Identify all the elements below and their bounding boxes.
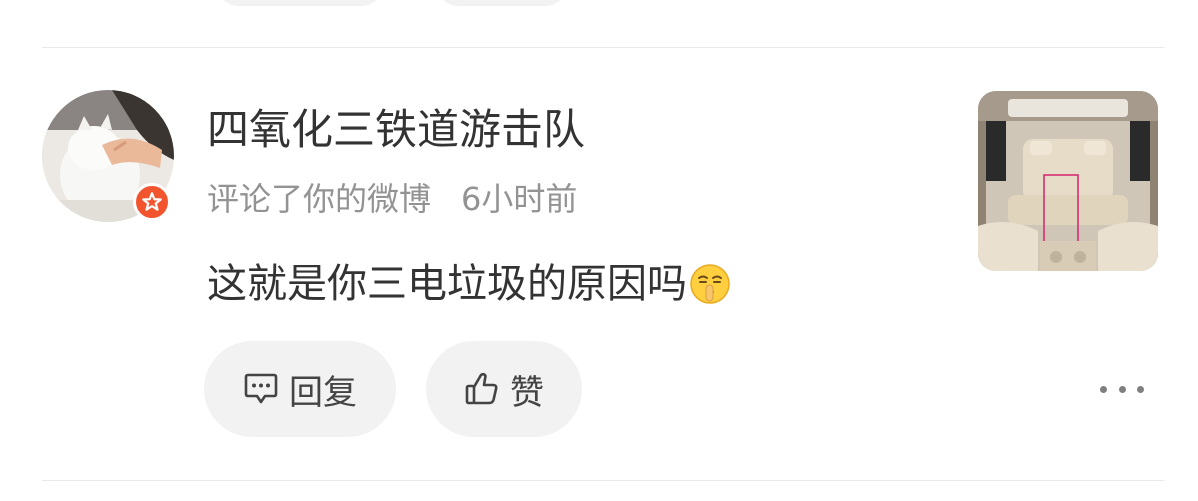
comment-text: 这就是你三电垃圾的原因吗 [207, 261, 687, 307]
divider [42, 480, 1164, 481]
comment-meta: 评论了你的微博 6小时前 [207, 178, 577, 220]
car-interior-photo [978, 91, 1158, 271]
reply-label: 回复 [289, 372, 357, 413]
shush-face-emoji [690, 264, 730, 304]
more-options-button[interactable] [1100, 378, 1144, 400]
comment-icon [244, 373, 278, 404]
verified-badge [133, 183, 171, 221]
username[interactable]: 四氧化三铁道游击队 [207, 104, 585, 156]
more-icon-dot [1100, 385, 1107, 393]
like-label: 赞 [510, 372, 544, 413]
like-button[interactable]: 赞 [426, 341, 582, 437]
weibo-thumbnail[interactable] [978, 91, 1158, 271]
more-icon-dot [1137, 385, 1144, 393]
star-icon [142, 192, 162, 211]
more-icon-dot [1118, 385, 1126, 393]
previous-reply-button[interactable] [216, 0, 384, 6]
divider [42, 47, 1164, 48]
reply-button[interactable]: 回复 [204, 341, 396, 437]
thumbs-up-icon [465, 372, 498, 405]
action-text: 评论了你的微博 [207, 180, 432, 218]
previous-like-button[interactable] [436, 0, 568, 6]
comment-content: 这就是你三电垃圾的原因吗 [207, 257, 731, 311]
timestamp: 6小时前 [461, 180, 578, 218]
